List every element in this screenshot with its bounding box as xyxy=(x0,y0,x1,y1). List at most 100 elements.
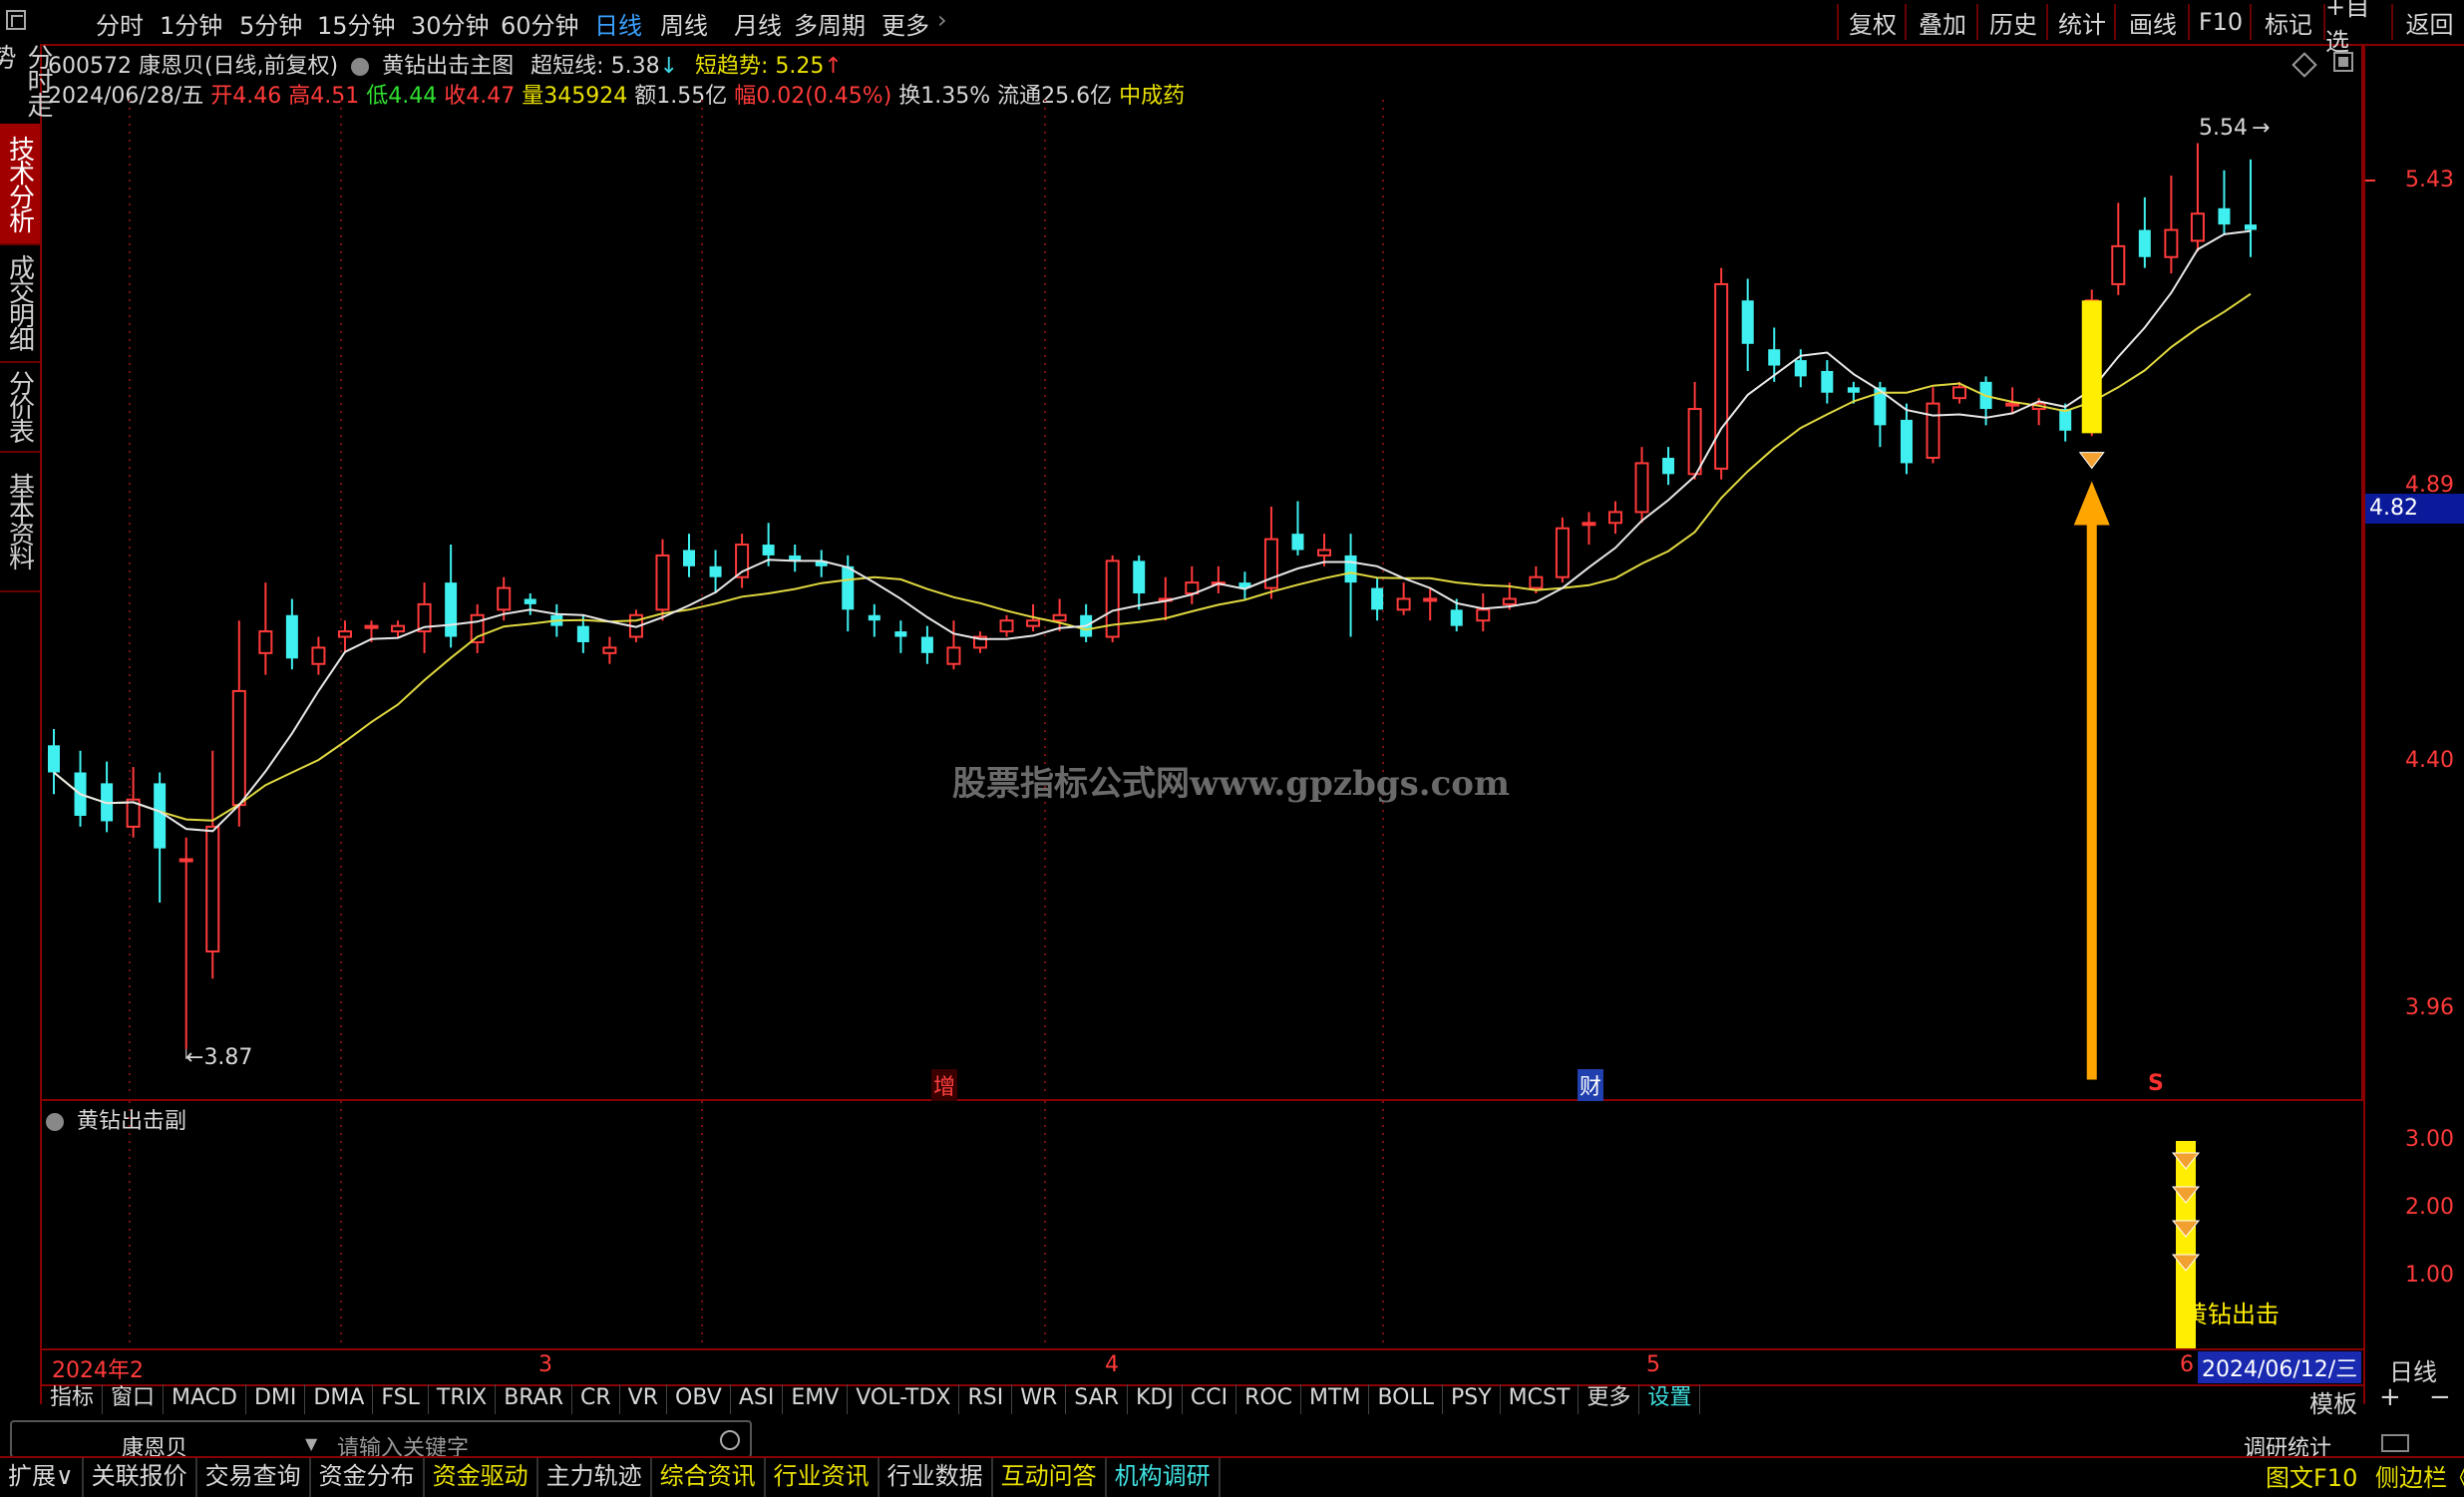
f10-text-button[interactable]: 图文F10 xyxy=(2266,1464,2357,1492)
indicator-tab-16[interactable]: SAR xyxy=(1066,1384,1128,1414)
tool-0[interactable]: 复权 xyxy=(1837,4,1907,40)
indicator-tab-20[interactable]: MTM xyxy=(1301,1384,1370,1414)
period-0[interactable]: 分时 xyxy=(96,6,144,41)
indicator-tab-5[interactable]: FSL xyxy=(373,1384,429,1414)
side-tab-3[interactable]: 分价表 xyxy=(0,361,40,453)
window-icon[interactable] xyxy=(2333,52,2353,72)
candle-body-down xyxy=(709,565,722,577)
period-8[interactable]: 月线 xyxy=(734,6,782,41)
candle-body-up xyxy=(1502,597,1517,605)
remove-pane-button[interactable]: − xyxy=(2429,1382,2451,1412)
expand-icon[interactable] xyxy=(6,10,26,30)
bottom-tab-6[interactable]: 综合资讯 xyxy=(652,1458,766,1497)
sidebar-toggle-button[interactable]: 侧边栏《 xyxy=(2375,1464,2464,1492)
bottom-tab-4[interactable]: 资金驱动 xyxy=(425,1458,538,1497)
indicator-tab-2[interactable]: MACD xyxy=(164,1384,246,1414)
bottom-tab-9[interactable]: 互动问答 xyxy=(993,1458,1107,1497)
stock-name-box[interactable]: 康恩贝 ▼ 请输入关键字 xyxy=(10,1420,752,1458)
indicator-tab-8[interactable]: CR xyxy=(572,1384,620,1414)
bottom-tab-7[interactable]: 行业资讯 xyxy=(766,1458,880,1497)
period-5[interactable]: 60分钟 xyxy=(501,6,579,41)
add-pane-button[interactable]: + xyxy=(2379,1382,2401,1412)
indicator-tab-23[interactable]: MCST xyxy=(1501,1384,1580,1414)
candle-body-down xyxy=(1900,419,1913,464)
signal-bar xyxy=(2081,300,2102,434)
indicator-tab-18[interactable]: CCI xyxy=(1183,1384,1237,1414)
time-tick-4: 5 xyxy=(1646,1352,1660,1377)
candle-body-up xyxy=(391,624,406,633)
period-1[interactable]: 1分钟 xyxy=(160,6,222,41)
event-add-marker[interactable]: 增 xyxy=(931,1069,958,1101)
indicator-tab-9[interactable]: VR xyxy=(620,1384,668,1414)
indicator-tab-4[interactable]: DMA xyxy=(305,1384,374,1414)
bottom-tab-8[interactable]: 行业数据 xyxy=(880,1458,993,1497)
main-indicator-name[interactable]: 黄钻出击主图 xyxy=(382,54,514,79)
side-tab-1[interactable]: 技术分析 xyxy=(0,124,40,245)
period-10[interactable]: 更多 xyxy=(881,6,929,41)
indicator-tab-3[interactable]: DMI xyxy=(246,1384,306,1414)
tool-8[interactable]: 返回 xyxy=(2391,4,2464,40)
indicator-tab-1[interactable]: 窗口 xyxy=(103,1384,165,1414)
side-tab-0[interactable]: 分时走势 xyxy=(0,44,53,126)
indicator-tab-6[interactable]: TRIX xyxy=(429,1384,497,1414)
grid-icon[interactable] xyxy=(2381,1434,2409,1452)
tool-4[interactable]: 画线 xyxy=(2114,4,2190,40)
indicator-tab-7[interactable]: BRAR xyxy=(496,1384,573,1414)
bottom-tab-2[interactable]: 交易查询 xyxy=(197,1458,311,1497)
indicator-tab-22[interactable]: PSY xyxy=(1443,1384,1501,1414)
candle-body-up xyxy=(602,646,617,654)
indicator-tab-12[interactable]: EMV xyxy=(783,1384,849,1414)
event-s-marker[interactable]: S xyxy=(2148,1071,2164,1096)
left-sidebar: 分时走势 技术分析 成交明细 分价表 基本资料 xyxy=(0,44,53,1404)
period-3[interactable]: 15分钟 xyxy=(317,6,396,41)
indicator-tab-24[interactable]: 更多 xyxy=(1579,1384,1640,1414)
tool-6[interactable]: 标记 xyxy=(2250,4,2325,40)
period-9[interactable]: 多周期 xyxy=(794,6,866,41)
tool-7[interactable]: +自选 xyxy=(2323,0,2393,56)
tool-2[interactable]: 历史 xyxy=(1976,4,2048,40)
candle-body-up xyxy=(2164,228,2179,258)
indicator-tab-19[interactable]: ROC xyxy=(1236,1384,1302,1414)
indicator-tab-21[interactable]: BOLL xyxy=(1369,1384,1443,1414)
period-6[interactable]: 日线 xyxy=(594,6,642,41)
dropdown-icon[interactable]: ▼ xyxy=(305,1434,317,1453)
period-7[interactable]: 周线 xyxy=(660,6,708,41)
bottom-tab-10[interactable]: 机构调研 xyxy=(1107,1458,1221,1497)
bottom-tab-1[interactable]: 关联报价 xyxy=(84,1458,197,1497)
side-tab-4[interactable]: 基本资料 xyxy=(0,451,40,592)
candle-body-up xyxy=(999,619,1014,633)
candle-body-down xyxy=(445,582,458,637)
indicator-tab-15[interactable]: WR xyxy=(1012,1384,1067,1414)
indicator-tab-14[interactable]: RSI xyxy=(959,1384,1013,1414)
bottom-tab-5[interactable]: 主力轨迹 xyxy=(538,1458,652,1497)
bottom-tab-0[interactable]: 扩展∨ xyxy=(0,1458,84,1497)
signal-subchart[interactable] xyxy=(42,1101,2361,1348)
indicator-tab-0[interactable]: 指标 xyxy=(42,1384,104,1414)
indicator-tab-10[interactable]: OBV xyxy=(667,1384,731,1414)
tool-3[interactable]: 统计 xyxy=(2046,4,2116,40)
more-chevron-icon[interactable]: › xyxy=(937,6,947,34)
tool-5[interactable]: F10 xyxy=(2188,4,2252,40)
time-tick-2: 3 xyxy=(538,1352,552,1377)
tool-1[interactable]: 叠加 xyxy=(1905,4,1978,40)
period-2[interactable]: 5分钟 xyxy=(239,6,302,41)
cursor-date: 2024/06/12/三 xyxy=(2198,1351,2362,1383)
indicator-tab-13[interactable]: VOL-TDX xyxy=(848,1384,960,1414)
event-finance-marker[interactable]: 财 xyxy=(1578,1069,1604,1101)
bottom-right: 图文F10 侧边栏《 xyxy=(2266,1458,2464,1493)
candlestick-chart[interactable] xyxy=(42,100,2361,1097)
candle-body-down xyxy=(1662,458,1675,475)
bottom-tab-3[interactable]: 资金分布 xyxy=(311,1458,425,1497)
side-tab-2[interactable]: 成交明细 xyxy=(0,243,40,363)
indicator-tab-25[interactable]: 设置 xyxy=(1639,1384,1701,1414)
indicator-tab-17[interactable]: KDJ xyxy=(1128,1384,1183,1414)
search-placeholder[interactable]: 请输入关键字 xyxy=(337,1430,469,1456)
indicator-dropdown-icon[interactable] xyxy=(351,58,370,76)
high-annotation-value: 5.54 xyxy=(2199,116,2248,141)
indicator-tab-11[interactable]: ASI xyxy=(731,1384,784,1414)
template-button[interactable]: 模板 xyxy=(2309,1384,2357,1419)
candle-body-up xyxy=(2190,212,2205,242)
candle-body-up xyxy=(655,554,670,611)
period-4[interactable]: 30分钟 xyxy=(411,6,490,41)
search-icon[interactable] xyxy=(720,1430,740,1450)
